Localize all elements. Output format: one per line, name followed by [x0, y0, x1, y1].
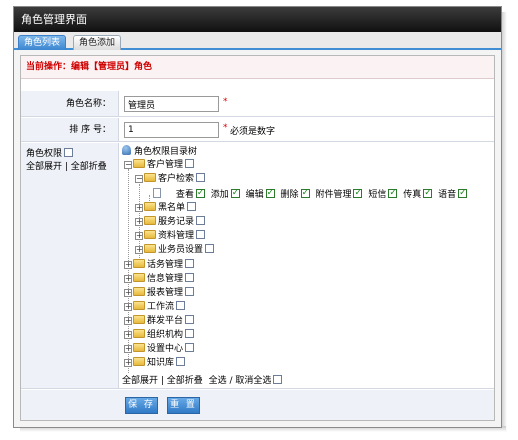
folder-open-icon — [133, 159, 145, 168]
tree-checkbox[interactable] — [176, 357, 186, 366]
expand-icon[interactable]: + — [124, 261, 132, 269]
folder-icon — [133, 273, 145, 282]
tree-checkbox[interactable] — [185, 273, 195, 282]
tree-checkbox[interactable] — [185, 329, 195, 338]
tree-checkbox[interactable] — [185, 159, 195, 168]
action-checkbox-sms[interactable] — [388, 187, 398, 199]
folder-icon — [144, 202, 156, 211]
tree-node-workflow[interactable]: + 工作流 — [124, 301, 186, 313]
tree-node-settings-center[interactable]: + 设置中心 — [124, 343, 195, 355]
tab-role-add[interactable]: 角色添加 — [73, 35, 122, 50]
tree-checkbox[interactable] — [196, 173, 206, 182]
tree-checkbox[interactable] — [185, 315, 195, 324]
folder-open-icon — [144, 173, 156, 182]
expand-icon[interactable]: + — [124, 289, 132, 297]
action-checkbox-add[interactable] — [230, 187, 240, 199]
action-checkbox-edit[interactable] — [265, 187, 275, 199]
role-management-window: 角色管理界面 角色列表 角色添加 当前操作：编辑【管理员】角色 角色名称： * … — [13, 6, 502, 428]
tree-node-info-mgmt[interactable]: + 信息管理 — [124, 273, 195, 285]
action-bar: 保 存 重 置 — [21, 390, 494, 420]
expand-icon[interactable]: + — [135, 204, 143, 212]
permissions-all-checkbox[interactable] — [64, 148, 74, 157]
action-checkbox-voice[interactable] — [458, 187, 468, 199]
select-all-label: 全选 / 取消全选 — [208, 376, 272, 386]
expand-icon[interactable]: + — [124, 317, 132, 325]
folder-icon — [133, 259, 145, 268]
tree-expand-collapse[interactable]: 全部展开 | 全部折叠 — [122, 376, 203, 386]
expand-icon[interactable]: + — [124, 303, 132, 311]
order-label: 排 序 号： — [69, 125, 111, 135]
permissions-row: 角色权限 全部展开 | 全部折叠 角色权限目录树 − 客户管理 − 客户检索 查… — [21, 143, 494, 389]
permissions-label: 角色权限 — [26, 149, 63, 159]
tree-footer: 全部展开 | 全部折叠 全选 / 取消全选 — [122, 375, 283, 387]
permissions-expand-collapse[interactable]: 全部展开 | 全部折叠 — [26, 159, 107, 172]
expand-icon[interactable]: + — [135, 232, 143, 240]
role-name-row: 角色名称： * — [21, 91, 494, 117]
save-button[interactable]: 保 存 — [125, 397, 158, 414]
expand-icon[interactable]: + — [124, 345, 132, 353]
collapse-icon[interactable]: − — [124, 161, 132, 169]
expand-icon[interactable]: + — [124, 359, 132, 367]
select-all-checkbox[interactable] — [273, 375, 283, 384]
tree-checkbox[interactable] — [185, 259, 195, 268]
required-mark: * — [223, 123, 228, 133]
tab-role-list[interactable]: 角色列表 — [18, 35, 67, 50]
tree-node-customer-search[interactable]: − 客户检索 — [135, 173, 206, 185]
tree-checkbox[interactable] — [196, 230, 206, 239]
document-icon — [153, 188, 161, 198]
role-name-input[interactable] — [124, 96, 219, 112]
action-checkbox-view[interactable] — [195, 187, 205, 199]
order-hint: 必须是数字 — [230, 127, 276, 137]
folder-icon — [144, 244, 156, 253]
expand-icon[interactable]: + — [135, 218, 143, 226]
tree-node-agent-setting[interactable]: + 业务员设置 — [135, 244, 215, 256]
collapse-icon[interactable]: − — [135, 175, 143, 183]
folder-icon — [133, 287, 145, 296]
tab-bar: 角色列表 角色添加 — [14, 32, 501, 50]
required-mark: * — [223, 97, 228, 107]
tree-node-call-mgmt[interactable]: + 话务管理 — [124, 259, 195, 271]
tree-checkbox[interactable] — [185, 343, 195, 352]
folder-icon — [133, 357, 145, 366]
tree-node-service-record[interactable]: + 服务记录 — [135, 216, 206, 228]
tree-root: 角色权限目录树 — [122, 145, 197, 157]
expand-icon[interactable]: + — [124, 275, 132, 283]
tree-node-broadcast[interactable]: + 群发平台 — [124, 315, 195, 327]
action-checkbox-fax[interactable] — [423, 187, 433, 199]
tree-node-knowledge-base[interactable]: + 知识库 — [124, 357, 186, 369]
expand-icon[interactable]: + — [124, 331, 132, 339]
tree-checkbox[interactable] — [205, 244, 215, 253]
tree-checkbox[interactable] — [187, 202, 197, 211]
permission-tree: 角色权限目录树 −客户管理 −客户检索 查看 添加 编辑 删除 附件管理 短信 … — [118, 143, 494, 388]
tree-root-icon — [122, 145, 131, 155]
tree-node-customer-mgmt[interactable]: − 客户管理 — [124, 159, 195, 171]
expand-icon[interactable]: + — [135, 246, 143, 254]
action-checkbox-delete[interactable] — [300, 187, 310, 199]
folder-icon — [133, 301, 145, 310]
tree-checkbox[interactable] — [196, 216, 206, 225]
folder-icon — [133, 329, 145, 338]
action-checkbox-attachment[interactable] — [353, 187, 363, 199]
role-name-label: 角色名称： — [65, 99, 111, 109]
tree-node-report-mgmt[interactable]: + 报表管理 — [124, 287, 195, 299]
tree-node-organization[interactable]: + 组织机构 — [124, 329, 195, 341]
order-row: 排 序 号： * 必须是数字 — [21, 118, 494, 142]
folder-icon — [133, 315, 145, 324]
reset-button[interactable]: 重 置 — [167, 397, 200, 414]
tree-checkbox[interactable] — [185, 287, 195, 296]
order-input[interactable] — [124, 122, 219, 138]
window-title: 角色管理界面 — [14, 7, 501, 32]
folder-icon — [133, 343, 145, 352]
current-operation: 当前操作：编辑【管理员】角色 — [21, 56, 494, 79]
main-content: 当前操作：编辑【管理员】角色 角色名称： * 排 序 号： * 必须是数字 角色… — [20, 55, 495, 421]
tree-node-blacklist[interactable]: + 黑名单 — [135, 202, 197, 214]
tree-node-data-mgmt[interactable]: + 资料管理 — [135, 230, 206, 242]
folder-icon — [144, 230, 156, 239]
tree-checkbox[interactable] — [176, 301, 186, 310]
folder-icon — [144, 216, 156, 225]
tree-node-actions: 查看 添加 编辑 删除 附件管理 短信 传真 语音 — [152, 187, 468, 200]
